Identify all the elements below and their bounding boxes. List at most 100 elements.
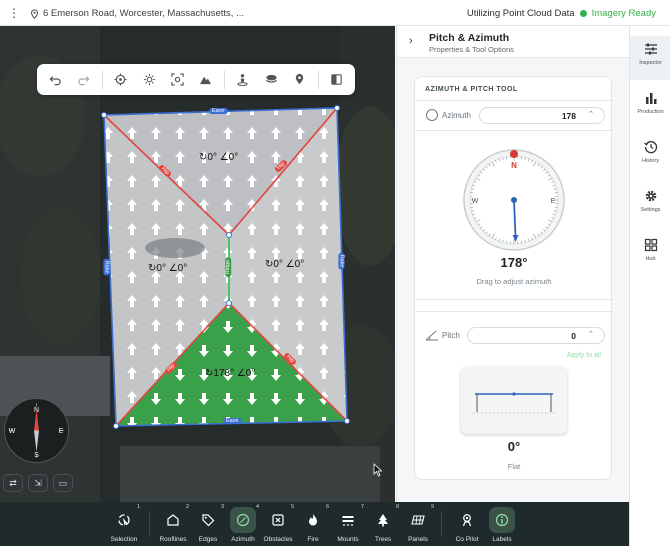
bottom-toolbar: 1 Selection 2 Rooflines 3 Edges 4 Azimut… [0, 502, 629, 546]
pitch-input[interactable]: 0 ⌃ [467, 327, 605, 344]
azimuth-hint: Drag to adjust azimuth [476, 277, 552, 286]
pitch-preview [461, 367, 567, 434]
edge-label-eave-bottom[interactable]: Eave [223, 418, 242, 424]
roofline-icon [167, 514, 179, 526]
address-bar[interactable]: 6 Emerson Road, Worcester, Massachusetts… [30, 8, 244, 19]
azimuth-dial[interactable]: N W E [462, 148, 566, 252]
edge-label-eave-top[interactable]: Eave [209, 108, 228, 114]
tool-obstacles[interactable]: 5 Obstacles [259, 502, 297, 546]
tool-selection[interactable]: 1 Selection [105, 502, 143, 546]
azimuth-input[interactable]: 178 ⌃ [479, 107, 605, 124]
shortcut-number: 1 [136, 504, 140, 510]
edge-label-rake-right[interactable]: Rake [338, 252, 345, 270]
layers-button[interactable] [261, 69, 281, 90]
undo-button[interactable] [45, 69, 65, 90]
face-label-east: ↻0° ∠0° [265, 259, 305, 270]
map-compass[interactable]: N S W E [3, 397, 70, 464]
tool-label: Co Pilot [455, 536, 479, 543]
divider [415, 311, 613, 312]
map-canvas[interactable]: Eave Eave Rake Rake Hip Hip Hip Hip Ridg… [0, 26, 395, 502]
brightness-button[interactable] [139, 69, 159, 90]
split-view-icon [331, 74, 343, 85]
app-root: ⋮ 6 Emerson Road, Worcester, Massachuset… [0, 0, 670, 546]
apply-to-all-link[interactable]: Apply to all [567, 352, 601, 359]
rail-label: History [641, 158, 660, 164]
pitch-name: Flat [507, 462, 521, 471]
more-vertical-icon[interactable]: ⋮ [8, 6, 20, 20]
rail-item-inspector[interactable]: Inspector [630, 36, 670, 80]
azimuth-pitch-card: AZIMUTH & PITCH TOOL Azimuth 178 ⌃ N W E… [414, 76, 613, 480]
tool-mounts[interactable]: 7 Mounts [329, 502, 367, 546]
tool-label: Fire [307, 536, 319, 543]
tool-label: Edges [198, 536, 218, 543]
dial-n-label: N [511, 161, 517, 170]
tool-panels[interactable]: 9 Panels [399, 502, 437, 546]
rectangle-icon: ▭ [58, 477, 68, 488]
copilot-icon [462, 514, 472, 527]
focus-button[interactable] [167, 69, 187, 90]
minimap-button[interactable]: ▭ [53, 474, 73, 492]
face-label-south: ↻178° ∠0° [205, 368, 256, 379]
tool-copilot[interactable]: Co Pilot [448, 502, 486, 546]
rail-label: Settings [640, 207, 661, 213]
measure-button[interactable]: ⇲ [28, 474, 48, 492]
terrain-button[interactable] [196, 69, 216, 90]
collapse-chevron-icon[interactable]: › [409, 35, 413, 47]
stepper-chevron-icon[interactable]: ⌃ [588, 110, 594, 118]
face-label-north: ↻0° ∠0° [199, 152, 239, 163]
azimuth-label: Azimuth [442, 111, 471, 120]
compass-w-label: W [9, 428, 16, 435]
point-cloud-status: Utilizing Point Cloud Data [466, 8, 575, 19]
fire-icon [309, 514, 317, 526]
tool-label: Rooflines [159, 536, 187, 543]
tool-label: Azimuth [231, 536, 255, 543]
azimuth-readout: 178° [500, 255, 528, 270]
compass-e-label: E [59, 428, 64, 435]
undo-icon [49, 76, 61, 86]
mount-icon [342, 516, 354, 526]
tool-trees[interactable]: 8 Trees [364, 502, 402, 546]
tool-fire[interactable]: 6 Fire [294, 502, 332, 546]
flat-roof-diagram [473, 392, 555, 414]
tool-edges[interactable]: 3 Edges [189, 502, 227, 546]
info-icon [495, 513, 509, 527]
pitch-label: Pitch [442, 331, 460, 340]
sun-icon [143, 73, 155, 86]
recenter-button[interactable] [111, 69, 131, 90]
rail-item-history[interactable]: History [630, 134, 670, 178]
pitch-readout: 0° [507, 439, 521, 454]
layers-icon [265, 74, 277, 83]
street-view-button[interactable] [233, 69, 253, 90]
tool-azimuth[interactable]: 4 Azimuth [224, 502, 262, 546]
location-pin-icon [31, 8, 38, 19]
rail-item-production[interactable]: Production [630, 85, 670, 129]
rail-label: Hub [645, 256, 656, 262]
edge-label-ridge[interactable]: Ridge [225, 256, 232, 278]
focus-frame-icon [171, 73, 184, 86]
redo-button[interactable] [73, 69, 93, 90]
compare-button[interactable] [327, 69, 347, 90]
compass-s-label: S [34, 452, 39, 459]
tool-label: Mounts [337, 536, 359, 543]
divider [415, 130, 613, 131]
panel-header: › Pitch & Azimuth Properties & Tool Opti… [397, 26, 630, 58]
edge-label-rake-left[interactable]: Rake [103, 258, 110, 276]
divider [415, 100, 613, 101]
tool-labels[interactable]: Labels [483, 502, 521, 546]
obstacle-icon [272, 514, 284, 526]
bar-chart-icon [645, 93, 656, 104]
tag-icon [202, 514, 215, 527]
rail-item-hub[interactable]: Hub [630, 232, 670, 276]
rail-item-settings[interactable]: Settings [630, 183, 670, 227]
panel-title: Pitch & Azimuth [429, 32, 510, 44]
swap-view-button[interactable]: ⇄ [3, 474, 23, 492]
dial-e-label: E [551, 198, 556, 205]
tool-rooflines[interactable]: 2 Rooflines [154, 502, 192, 546]
stepper-chevron-icon[interactable]: ⌃ [588, 330, 594, 338]
crosshair-icon [114, 73, 127, 86]
selection-icon [118, 514, 130, 526]
location-button[interactable] [289, 69, 309, 90]
mountain-icon [200, 76, 212, 85]
right-rail: Inspector Production History Settings Hu… [629, 26, 670, 546]
card-title: AZIMUTH & PITCH TOOL [425, 86, 518, 93]
